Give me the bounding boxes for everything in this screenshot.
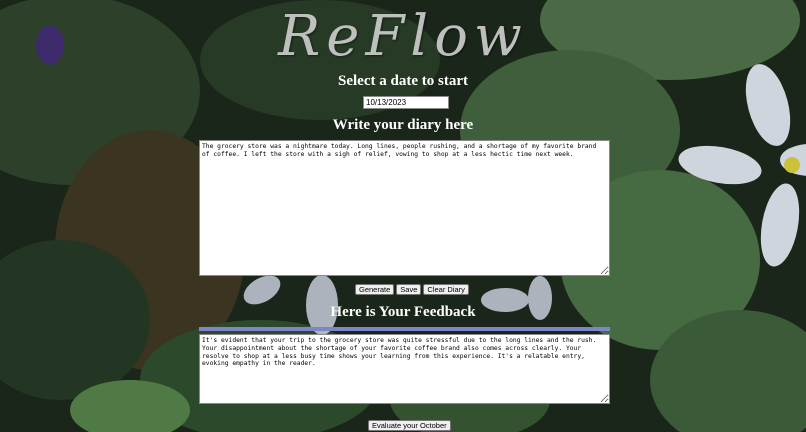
feedback-textarea[interactable]: It's evident that your trip to the groce… bbox=[199, 334, 610, 404]
feedback-heading: Here is Your Feedback bbox=[330, 304, 476, 320]
diary-heading: Write your diary here bbox=[332, 117, 474, 133]
diary-textarea[interactable]: The grocery store was a nightmare today.… bbox=[199, 140, 610, 276]
evaluate-month-button[interactable]: Evaluate your October bbox=[368, 420, 451, 431]
save-button[interactable]: Save bbox=[396, 284, 422, 295]
app-logo: ReFlow bbox=[278, 4, 528, 69]
feedback-divider bbox=[199, 327, 610, 331]
date-heading: Select a date to start bbox=[338, 73, 468, 89]
action-buttons: Generate Save Clear Diary bbox=[355, 284, 469, 295]
generate-button[interactable]: Generate bbox=[355, 284, 395, 295]
clear-diary-button[interactable]: Clear Diary bbox=[423, 284, 469, 295]
date-input[interactable] bbox=[363, 96, 449, 109]
